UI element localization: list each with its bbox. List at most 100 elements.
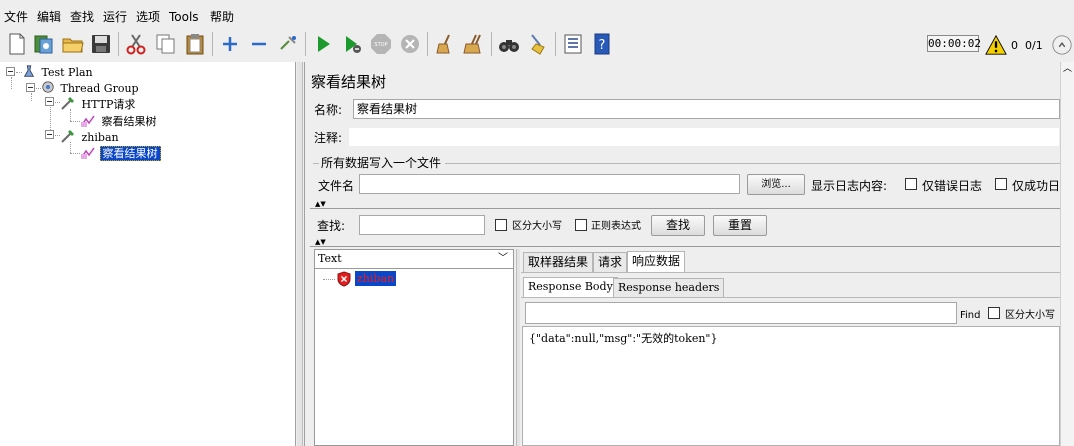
svg-text:STOP: STOP <box>374 42 387 48</box>
file-section-title: 所有数据写入一个文件 <box>321 156 442 170</box>
paste-icon[interactable] <box>183 32 207 56</box>
toolbar: STOP ? 00:00:02 0 0/1 <box>0 26 1074 62</box>
scroll-up-icon[interactable]: ︿ <box>1063 65 1072 74</box>
new-icon[interactable] <box>5 32 29 56</box>
search-label: 查找: <box>317 219 346 233</box>
tree-node-result-tree[interactable]: 察看结果树 <box>80 112 159 129</box>
response-body-text: {"data":null,"msg":"无效的token"} <box>529 332 718 345</box>
thread-count: 0/1 <box>1025 39 1043 52</box>
response-body-area[interactable]: {"data":null,"msg":"无效的token"} <box>522 326 1060 446</box>
menu-help[interactable]: 帮助 <box>210 9 234 25</box>
menu-tools[interactable]: Tools <box>169 9 199 25</box>
toolbar-separator <box>427 32 428 56</box>
templates-icon[interactable] <box>32 32 56 56</box>
response-find-case-checkbox[interactable] <box>988 307 1000 319</box>
reset-button[interactable]: 重置 <box>713 215 767 236</box>
chevron-down-icon: ﹀ <box>498 253 508 264</box>
name-field[interactable]: 察看结果树 <box>353 99 1060 119</box>
regex-label: 正则表达式 <box>591 221 641 232</box>
find-button[interactable]: 查找 <box>651 215 705 236</box>
comment-field[interactable] <box>348 127 1060 147</box>
browse-button[interactable]: 浏览... <box>747 174 805 195</box>
response-find-case-label: 区分大小写 <box>1005 310 1055 321</box>
regex-checkbox[interactable] <box>575 219 587 231</box>
filename-label: 文件名 <box>318 179 355 193</box>
toolbar-separator <box>212 32 213 56</box>
menu-file[interactable]: 文件 <box>4 9 28 25</box>
clear-icon[interactable] <box>433 32 457 56</box>
start-icon[interactable] <box>311 32 335 56</box>
menu-edit[interactable]: 编辑 <box>37 9 61 25</box>
vertical-scrollbar[interactable]: ︿ <box>1060 62 1074 446</box>
expander[interactable] <box>6 67 15 76</box>
toolbar-separator <box>118 32 119 56</box>
errors-only-checkbox[interactable] <box>905 178 917 190</box>
menu-search[interactable]: 查找 <box>70 9 94 25</box>
response-find-label: Find <box>960 310 981 321</box>
tree-node-thread-group[interactable]: Thread Group <box>41 80 141 96</box>
response-find-input[interactable] <box>525 302 957 324</box>
success-only-checkbox[interactable] <box>995 178 1007 190</box>
success-only-label: 仅成功日 <box>1012 179 1061 193</box>
renderer-value: Text <box>318 252 342 265</box>
tab-sampler-result[interactable]: 取样器结果 <box>523 252 594 272</box>
filename-field[interactable] <box>359 174 740 194</box>
help-icon[interactable]: ? <box>590 32 614 56</box>
expander[interactable] <box>45 97 54 106</box>
toolbar-separator <box>305 32 306 56</box>
warning-count: 0 <box>1011 39 1018 52</box>
result-splitter[interactable] <box>516 249 520 446</box>
clear-all-icon[interactable] <box>462 32 486 56</box>
comment-label: 注释: <box>314 131 343 145</box>
tree-node-label: 察看结果树 <box>99 146 161 161</box>
open-icon[interactable] <box>61 32 85 56</box>
tree-node-label: zhiban <box>81 131 119 144</box>
menu-bar: 文件 编辑 查找 运行 选项 Tools 帮助 <box>0 0 1074 26</box>
toggle-icon[interactable] <box>276 32 300 56</box>
expander[interactable] <box>26 83 35 92</box>
tab-request[interactable]: 请求 <box>593 252 628 272</box>
expander[interactable] <box>45 130 54 139</box>
subtab-response-headers[interactable]: Response headers <box>613 278 725 298</box>
function-helper-icon[interactable] <box>561 32 585 56</box>
search-input[interactable] <box>359 215 485 235</box>
cut-icon[interactable] <box>124 32 148 56</box>
save-icon[interactable] <box>89 32 113 56</box>
case-sensitive-checkbox[interactable] <box>495 219 507 231</box>
tree-node-http-request[interactable]: HTTP请求 <box>60 95 137 112</box>
menu-options[interactable]: 选项 <box>136 9 160 25</box>
panel-title: 察看结果树 <box>311 73 387 91</box>
test-plan-tree: Test Plan Thread Group HTTP请求 察看结果树 zhib… <box>0 62 296 446</box>
tab-response-data[interactable]: 响应数据 <box>627 251 686 272</box>
search-icon[interactable] <box>497 32 521 56</box>
menu-run[interactable]: 运行 <box>103 9 127 25</box>
svg-text:?: ? <box>599 38 606 53</box>
renderer-select[interactable]: Text ﹀ <box>314 249 514 269</box>
log-content-label: 显示日志内容: <box>811 179 888 193</box>
case-sensitive-label: 区分大小写 <box>512 221 562 232</box>
copy-icon[interactable] <box>154 32 178 56</box>
reset-search-icon[interactable] <box>526 32 550 56</box>
remote-status-icon[interactable] <box>1051 34 1073 56</box>
tree-node-label: Test Plan <box>41 66 93 79</box>
panel-splitter[interactable] <box>297 62 303 446</box>
start-no-pause-icon[interactable] <box>340 32 364 56</box>
split-arrows[interactable]: ▲▼ <box>315 201 326 208</box>
test-plan-icon <box>23 65 35 77</box>
warning-icon[interactable] <box>985 34 1007 56</box>
split-arrows[interactable]: ▲▼ <box>315 239 326 246</box>
expand-icon[interactable] <box>218 32 242 56</box>
shutdown-icon[interactable] <box>398 32 422 56</box>
stop-icon[interactable]: STOP <box>369 32 393 56</box>
tree-node-test-plan[interactable]: Test Plan <box>22 64 95 80</box>
collapse-icon[interactable] <box>247 32 271 56</box>
toolbar-separator <box>555 32 556 56</box>
tree-node-result-tree-selected[interactable]: 察看结果树 <box>80 144 161 161</box>
result-item-zhiban[interactable]: zhiban <box>355 271 397 286</box>
http-sampler-icon <box>61 130 74 143</box>
subtab-response-body[interactable]: Response Body <box>523 277 618 297</box>
elapsed-timer: 00:00:02 <box>927 35 981 52</box>
thread-group-icon <box>42 81 54 93</box>
listener-icon <box>81 147 95 159</box>
listener-icon <box>81 115 95 127</box>
